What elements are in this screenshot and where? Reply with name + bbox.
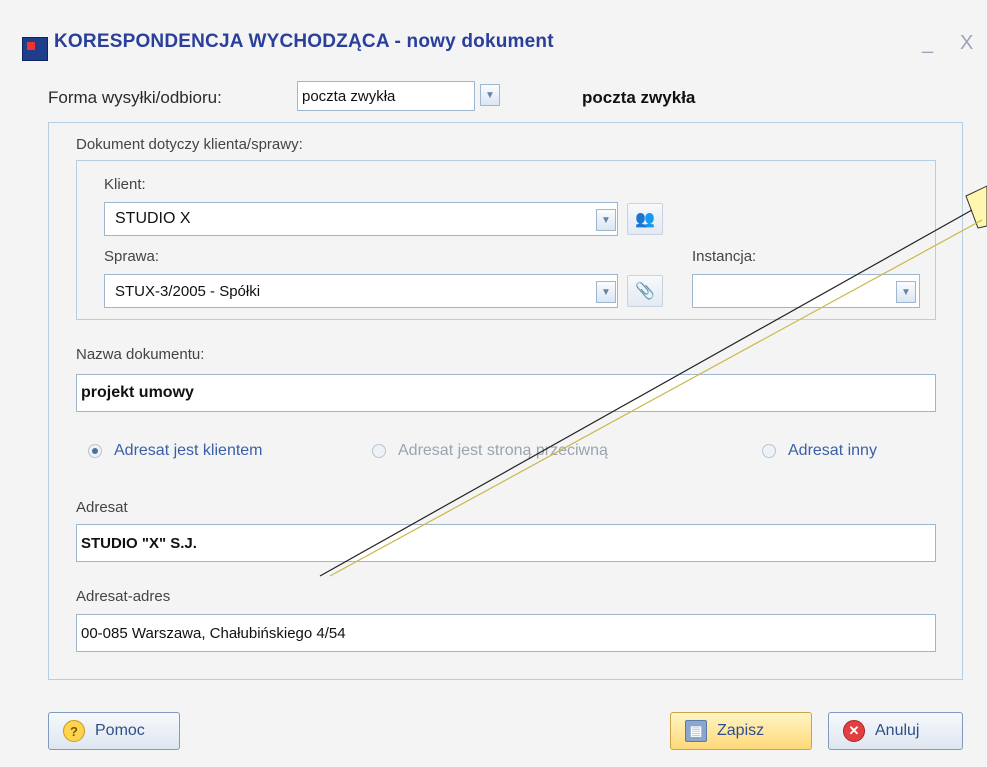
dialog-window: KORESPONDENCJA WYCHODZĄCA - nowy dokumen… [0,0,987,767]
annotation-arrow [319,185,987,577]
